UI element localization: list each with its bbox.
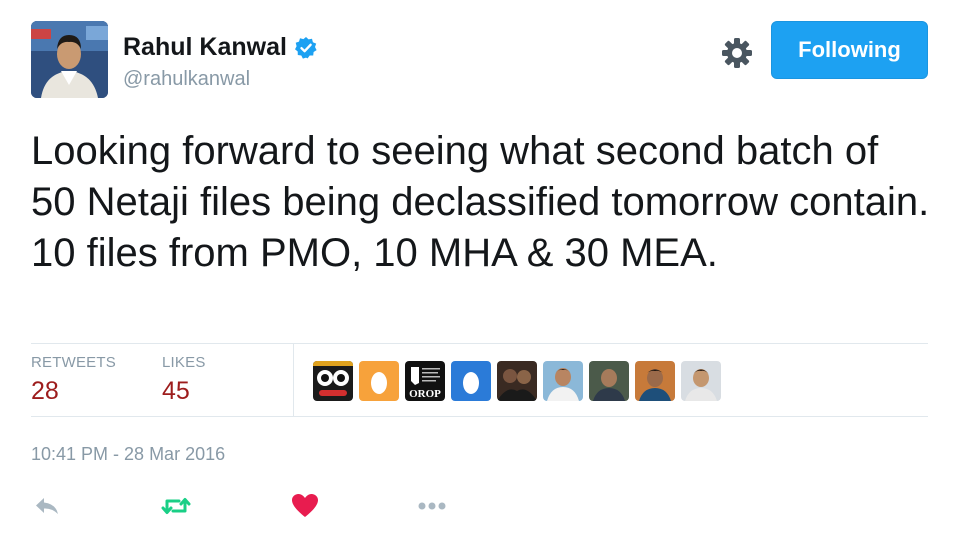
orop-text: OROP [409,388,441,400]
liker-avatar-egg[interactable] [359,361,399,401]
verified-badge-icon [294,36,318,60]
liker-avatar-orop[interactable]: OROP [405,361,445,401]
liker-avatar-photo[interactable] [635,361,675,401]
tweet-text: Looking forward to seeing what second ba… [31,129,930,275]
likes-stat[interactable]: LIKES 45 [162,354,206,406]
liker-avatar-egg[interactable] [451,361,491,401]
liker-avatars: OROP [313,361,721,401]
liker-avatar-photo[interactable] [497,361,537,401]
likes-count: 45 [162,377,190,405]
author-handle[interactable]: @rahulkanwal [123,68,250,91]
retweets-count: 28 [31,377,59,405]
more-dots-icon[interactable] [416,492,448,520]
author-name-text[interactable]: Rahul Kanwal [123,33,287,62]
reply-icon[interactable] [31,492,63,520]
retweet-icon[interactable] [160,492,192,520]
gear-icon[interactable] [720,36,754,70]
retweets-stat[interactable]: RETWEETS 28 [31,354,116,406]
retweets-label: RETWEETS [31,354,116,371]
liker-avatar-photo[interactable] [681,361,721,401]
likes-label: LIKES [162,354,206,371]
author-name[interactable]: Rahul Kanwal [123,33,318,62]
author-avatar[interactable] [31,21,108,98]
liker-avatar-photo[interactable] [543,361,583,401]
liker-avatar-photo[interactable] [589,361,629,401]
divider [31,343,928,344]
liker-avatar-jagannath[interactable] [313,361,353,401]
heart-icon[interactable] [289,492,321,520]
tweet-timestamp[interactable]: 10:41 PM - 28 Mar 2016 [31,444,225,465]
following-button[interactable]: Following [771,21,928,79]
stats-separator [293,343,294,416]
tweet-actions [0,492,960,522]
divider [31,416,928,417]
